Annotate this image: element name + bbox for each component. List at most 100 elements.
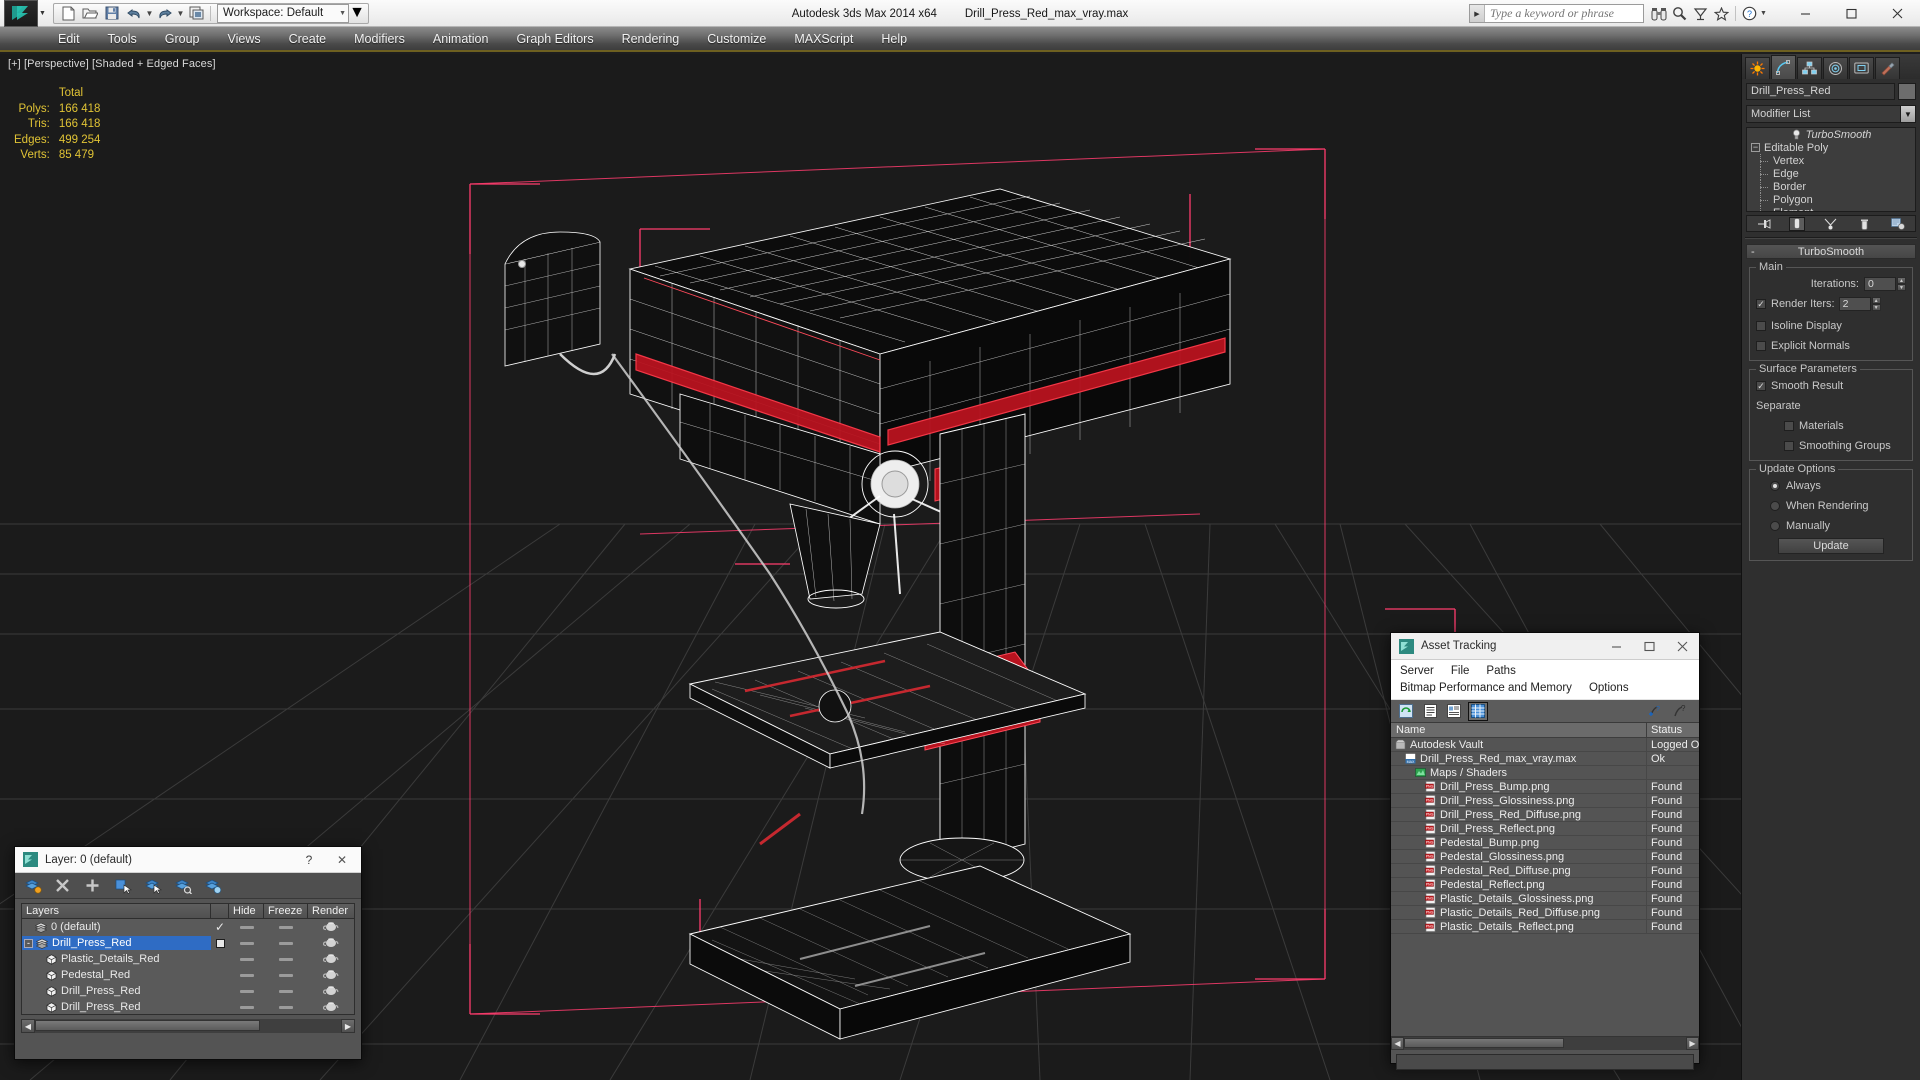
layer-col-select[interactable]	[211, 904, 229, 918]
create-tab[interactable]	[1745, 57, 1770, 79]
redo-icon[interactable]	[154, 4, 176, 23]
layer-render-cell[interactable]	[308, 920, 354, 935]
new-file-icon[interactable]	[57, 4, 79, 23]
asset-tracking-titlebar[interactable]: Asset Tracking	[1391, 633, 1699, 660]
open-file-icon[interactable]	[79, 4, 101, 23]
layer-properties-icon[interactable]	[205, 878, 222, 894]
layer-scroll-left-icon[interactable]: ◀	[21, 1019, 35, 1033]
layer-freeze-cell[interactable]	[264, 925, 308, 929]
layer-col-layers[interactable]: Layers	[22, 904, 211, 918]
binoculars-icon[interactable]	[1648, 4, 1669, 24]
layer-render-cell[interactable]	[308, 936, 354, 951]
freeze-toggle-icon[interactable]	[279, 957, 293, 961]
project-folder-icon[interactable]	[185, 4, 207, 23]
menu-edit[interactable]: Edit	[44, 27, 94, 52]
asset-row[interactable]: PNG Drill_Press_Bump.png Found	[1391, 779, 1699, 794]
explicit-normals-checkbox[interactable]	[1756, 341, 1766, 351]
highlight-selected-objects-icon[interactable]	[175, 878, 192, 894]
render-teapot-icon[interactable]	[322, 920, 339, 935]
redo-dropdown-icon[interactable]: ▼	[176, 9, 185, 18]
asset-row[interactable]: PNG Drill_Press_Glossiness.png Found	[1391, 793, 1699, 808]
layer-row[interactable]: Drill_Press_Red	[22, 999, 354, 1015]
menu-graph-editors[interactable]: Graph Editors	[502, 27, 607, 52]
modifier-list-dropdown[interactable]: Modifier List ▼	[1746, 105, 1916, 123]
hide-toggle-icon[interactable]	[239, 925, 254, 929]
modifier-stack[interactable]: TurboSmooth − Editable Poly Vertex Edge …	[1746, 127, 1916, 212]
workspace-menu-icon[interactable]: ▼	[349, 4, 365, 23]
menu-group[interactable]: Group	[151, 27, 214, 52]
layer-dialog-close-button[interactable]: ✕	[323, 853, 361, 867]
layer-render-cell[interactable]	[308, 1000, 354, 1015]
layer-dialog-help-button[interactable]: ?	[295, 853, 323, 867]
utilities-tab[interactable]	[1875, 57, 1900, 79]
save-file-icon[interactable]	[101, 4, 123, 23]
asset-row[interactable]: PNG Plastic_Details_Reflect.png Found	[1391, 919, 1699, 934]
remove-modifier-icon[interactable]	[1857, 217, 1873, 231]
update-when-rendering-radio[interactable]	[1770, 501, 1780, 511]
asset-scroll-thumb[interactable]	[1404, 1037, 1564, 1048]
layer-col-freeze[interactable]: Freeze	[264, 904, 308, 918]
update-manually-row[interactable]: Manually	[1756, 518, 1906, 534]
add-help-icon[interactable]: ?	[1646, 702, 1666, 721]
layer-scroll-track[interactable]	[35, 1019, 341, 1033]
workspace-chevron-icon[interactable]: ▼	[339, 10, 346, 17]
menu-maxscript[interactable]: MAXScript	[780, 27, 867, 52]
add-to-layer-icon[interactable]	[85, 878, 102, 894]
layer-dialog-titlebar[interactable]: Layer: 0 (default) ? ✕	[15, 847, 361, 873]
asset-menu-bitmap-performance[interactable]: Bitmap Performance and Memory	[1400, 680, 1572, 697]
layer-freeze-cell[interactable]	[264, 941, 308, 945]
undo-dropdown-icon[interactable]: ▼	[145, 9, 154, 18]
rollout-header[interactable]: - TurboSmooth	[1746, 244, 1916, 259]
display-tab[interactable]	[1849, 57, 1874, 79]
layer-hide-cell[interactable]	[229, 957, 264, 961]
layer-scroll-thumb[interactable]	[35, 1020, 260, 1031]
menu-rendering[interactable]: Rendering	[608, 27, 694, 52]
layer-col-hide[interactable]: Hide	[229, 904, 264, 918]
asset-menu-options[interactable]: Options	[1589, 680, 1629, 697]
details-view-icon[interactable]	[1444, 702, 1464, 721]
asset-tracking-minimize[interactable]	[1600, 633, 1633, 660]
layer-render-cell[interactable]	[308, 952, 354, 967]
favorites-star-icon[interactable]	[1711, 4, 1732, 24]
show-end-result-icon[interactable]	[1789, 216, 1806, 231]
asset-row[interactable]: PNG Pedestal_Red_Diffuse.png Found	[1391, 863, 1699, 878]
asset-scroll-left-icon[interactable]: ◀	[1391, 1036, 1404, 1050]
list-view-icon[interactable]	[1420, 702, 1440, 721]
asset-scroll-right-icon[interactable]: ▶	[1686, 1036, 1699, 1050]
layer-hide-cell[interactable]	[229, 1005, 264, 1009]
asset-row[interactable]: PNG Drill_Press_Reflect.png Found	[1391, 821, 1699, 836]
make-unique-icon[interactable]	[1823, 217, 1839, 231]
render-teapot-icon[interactable]	[322, 1000, 339, 1015]
refresh-icon[interactable]	[1396, 702, 1416, 721]
asset-scroll-track[interactable]	[1404, 1036, 1686, 1050]
workspace-selector[interactable]: Workspace: Default ▼	[217, 3, 350, 23]
asset-col-name[interactable]: Name	[1391, 723, 1647, 737]
light-bulb-icon[interactable]	[1791, 129, 1802, 140]
hide-toggle-icon[interactable]	[239, 1005, 254, 1009]
menu-customize[interactable]: Customize	[693, 27, 780, 52]
layer-horizontal-scrollbar[interactable]: ◀ ▶	[21, 1019, 355, 1033]
freeze-toggle-icon[interactable]	[279, 973, 293, 977]
layer-select-cell[interactable]: ✓	[211, 921, 229, 933]
layer-hide-cell[interactable]	[229, 989, 264, 993]
asset-table-body[interactable]: Autodesk Vault Logged O MAX Drill_Press_Red…	[1391, 738, 1699, 1036]
layer-freeze-cell[interactable]	[264, 973, 308, 977]
layer-dialog[interactable]: Layer: 0 (default) ? ✕ Layers Hide Freez…	[14, 846, 362, 1060]
menu-modifiers[interactable]: Modifiers	[340, 27, 419, 52]
select-objects-in-layer-icon[interactable]	[115, 878, 133, 894]
asset-menu-paths[interactable]: Paths	[1486, 663, 1515, 680]
asset-horizontal-scrollbar[interactable]: ◀ ▶	[1391, 1036, 1699, 1050]
hide-toggle-icon[interactable]	[239, 957, 254, 961]
pin-stack-icon[interactable]	[1756, 217, 1772, 231]
magnifier-icon[interactable]	[1669, 4, 1690, 24]
asset-row[interactable]: PNG Pedestal_Reflect.png Found	[1391, 877, 1699, 892]
help-dropdown-icon[interactable]: ▼	[1760, 10, 1772, 17]
layer-expand-toggle-icon[interactable]: -	[24, 938, 33, 948]
delete-layer-icon[interactable]	[55, 878, 72, 894]
render-teapot-icon[interactable]	[322, 952, 339, 967]
minimize-button[interactable]	[1782, 0, 1828, 27]
stack-item-editable-poly[interactable]: − Editable Poly	[1747, 141, 1915, 154]
grid-view-icon[interactable]	[1468, 701, 1488, 721]
asset-menu-file[interactable]: File	[1451, 663, 1470, 680]
render-teapot-icon[interactable]	[322, 984, 339, 999]
